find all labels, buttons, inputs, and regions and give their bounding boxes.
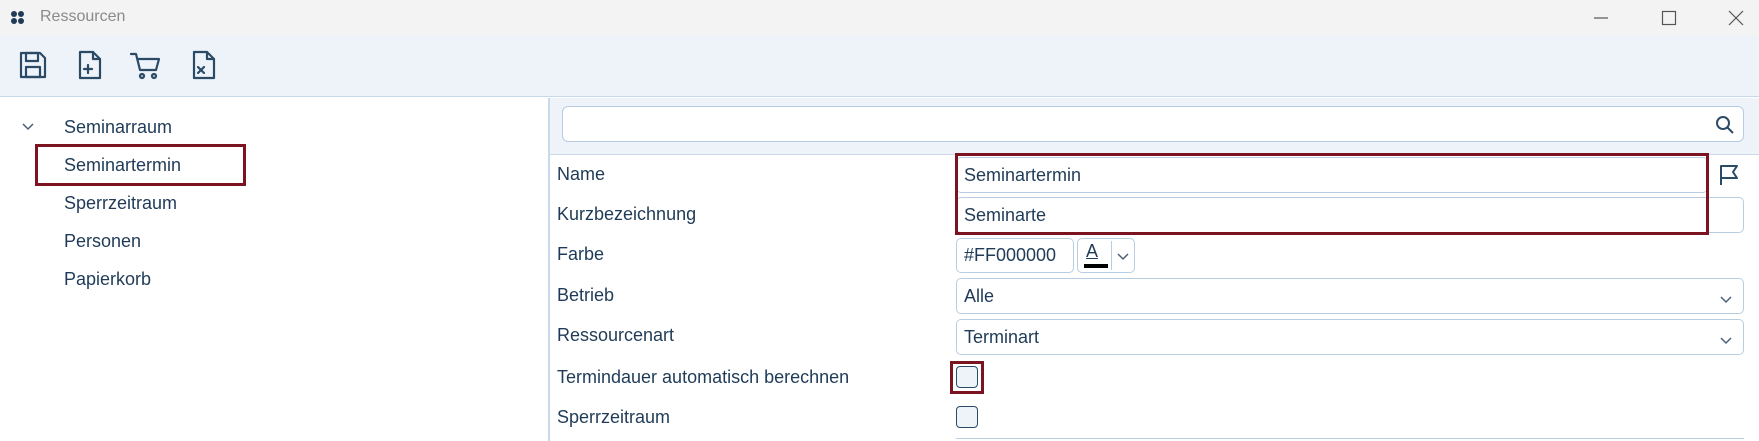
delete-document-icon (192, 50, 216, 80)
ressourcenart-label: Ressourcenart (557, 325, 675, 345)
search-icon[interactable] (1715, 115, 1735, 135)
text-color-icon: A (1086, 241, 1099, 261)
search-input[interactable] (562, 106, 1744, 142)
title-bar: Ressourcen (0, 0, 1759, 35)
checkbox-highlight (950, 361, 984, 394)
new-document-icon (78, 50, 102, 80)
betrieb-select[interactable]: Alle (956, 278, 1744, 314)
app-icon (10, 10, 26, 26)
tree-expand-chevron-icon[interactable] (20, 119, 36, 135)
ressourcenart-value: Terminart (964, 326, 1040, 347)
fields-highlight (955, 153, 1709, 235)
tree-item-sperrzeitraum[interactable]: Sperrzeitraum (64, 193, 177, 214)
ressourcenart-select[interactable]: Terminart (956, 319, 1744, 355)
chevron-down-icon (1719, 290, 1733, 304)
save-icon (19, 51, 47, 79)
sperrzeitraum-checkbox[interactable] (956, 406, 978, 428)
betrieb-label: Betrieb (557, 285, 615, 305)
farbe-field[interactable]: #FF000000 (956, 238, 1074, 273)
tree-item-personen[interactable]: Personen (64, 231, 141, 252)
termindauer-label: Termindauer automatisch berechnen (557, 367, 850, 387)
toolbar (0, 35, 1759, 97)
color-swatch (1084, 264, 1108, 268)
chevron-down-icon (1719, 331, 1733, 345)
color-dropdown-chevron-icon[interactable] (1116, 250, 1130, 262)
window-title: Ressourcen (40, 8, 126, 25)
maximize-button[interactable] (1646, 4, 1692, 32)
close-button[interactable] (1713, 4, 1759, 32)
tree-item-papierkorb[interactable]: Papierkorb (64, 269, 151, 290)
betrieb-value: Alle (964, 285, 995, 306)
kurzbezeichnung-label: Kurzbezeichnung (557, 204, 697, 224)
farbe-label: Farbe (557, 244, 605, 264)
cart-button[interactable] (128, 47, 164, 83)
sperrzeitraum-label: Sperrzeitraum (557, 407, 671, 427)
delete-document-button[interactable] (185, 47, 221, 83)
flag-icon[interactable] (1717, 163, 1741, 187)
tree-item-seminarraum[interactable]: Seminarraum (64, 117, 172, 138)
farbe-value: #FF000000 (964, 245, 1057, 265)
new-document-button[interactable] (71, 47, 107, 83)
color-picker-button[interactable]: A (1077, 238, 1135, 273)
name-label: Name (557, 164, 606, 184)
color-separator (1111, 241, 1112, 270)
cart-icon (129, 52, 161, 80)
minimize-button[interactable] (1578, 4, 1624, 32)
save-button[interactable] (15, 47, 51, 83)
selection-highlight (35, 144, 246, 186)
